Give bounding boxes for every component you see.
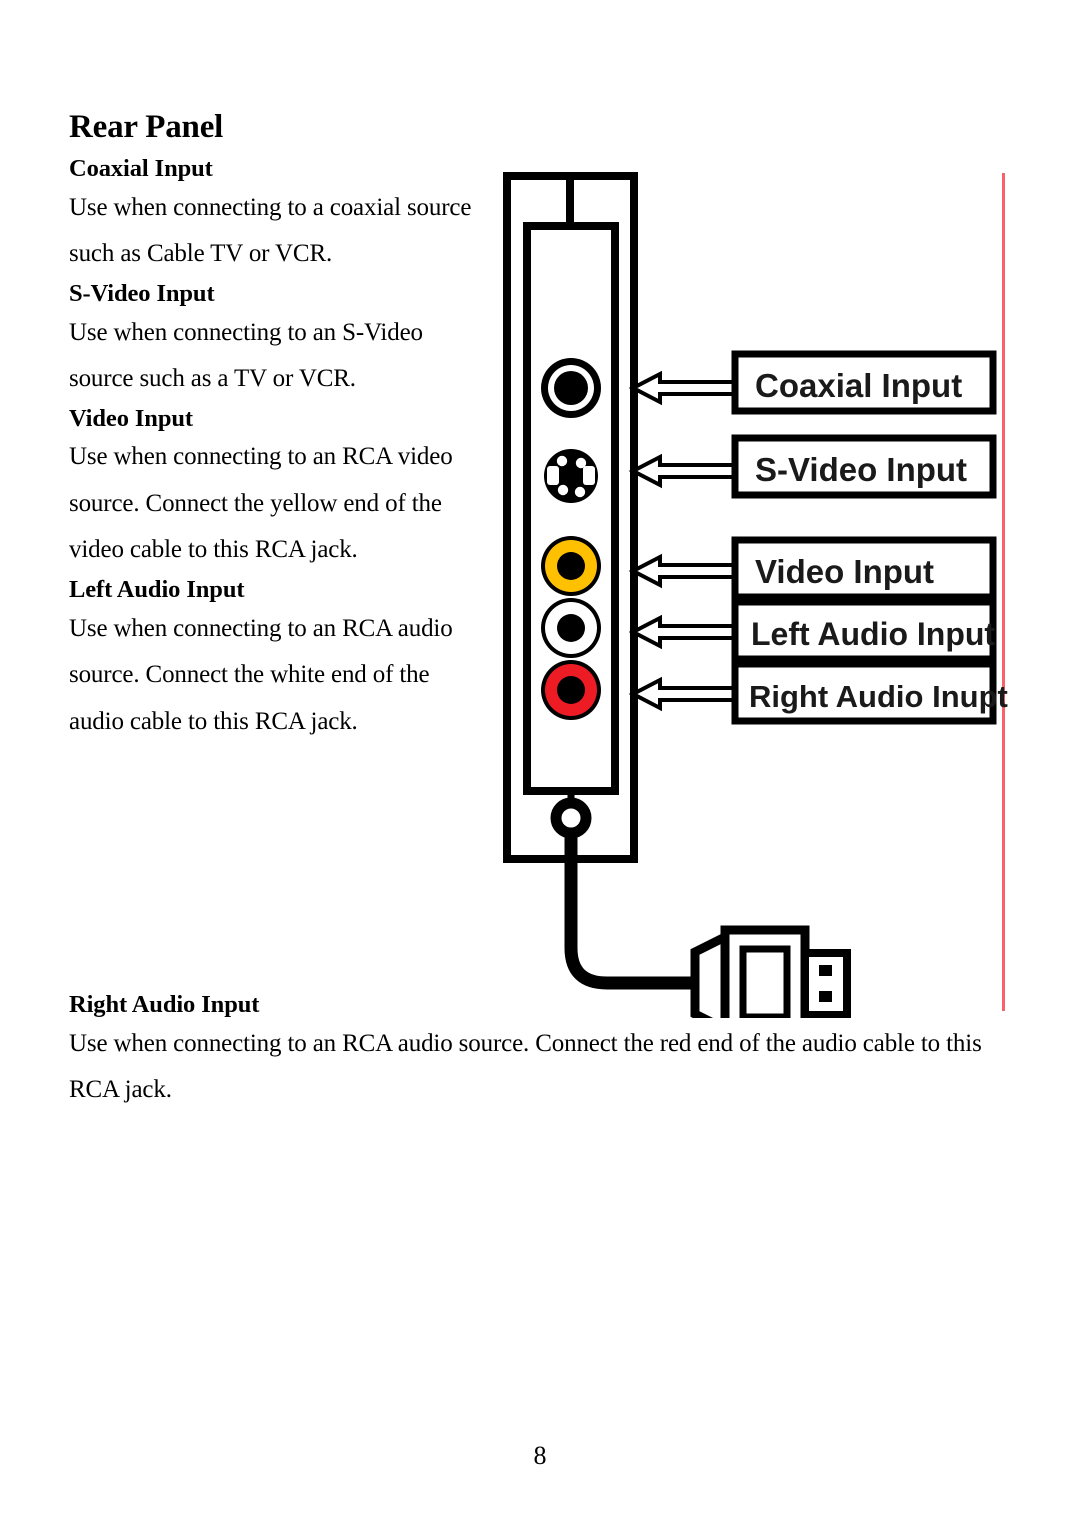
video-rca-jack (541, 536, 601, 596)
callout-arrow-s-video (628, 453, 740, 489)
document-page: Rear Panel Coaxial Input Use when connec… (0, 0, 1080, 1529)
section-heading-coaxial: Coaxial Input (69, 154, 213, 182)
section-heading-video: Video Input (69, 404, 193, 432)
callout-label-coaxial: Coaxial Input (755, 367, 962, 404)
section-body-s-video: Use when connecting to an S-Video source… (69, 318, 423, 393)
callout-box-right-audio: Right Audio Inupt (731, 660, 1008, 725)
callout-label-left-audio: Left Audio Input (751, 616, 995, 652)
section-body-video: Use when connecting to an RCA video sour… (69, 443, 453, 564)
section-heading-left-audio: Left Audio Input (69, 575, 245, 603)
callout-arrow-video (628, 553, 740, 589)
callout-label-right-audio: Right Audio Inupt (749, 679, 1008, 714)
section-body-right-audio: Use when connecting to an RCA audio sour… (69, 1029, 982, 1104)
page-title: Rear Panel (69, 109, 224, 145)
plug-connector-tip (801, 949, 851, 1018)
page-number: 8 (533, 1441, 547, 1470)
callout-arrow-right-audio (628, 676, 740, 712)
callout-arrow-coaxial (628, 370, 740, 406)
right-audio-jack (541, 660, 601, 720)
callout-label-s-video: S-Video Input (755, 451, 967, 488)
plug-contact-upper (819, 965, 832, 976)
section-heading-s-video: S-Video Input (69, 279, 215, 307)
left-audio-jack (541, 598, 601, 658)
plug-body-window (739, 945, 791, 1018)
cable-grommet (550, 797, 592, 839)
text-column: Rear Panel Coaxial Input Use when connec… (69, 108, 489, 745)
plug-contact-lower (819, 991, 832, 1002)
callout-label-video: Video Input (755, 553, 934, 590)
callout-box-coaxial: Coaxial Input (731, 350, 997, 415)
rear-panel-connector-diagram: Coaxial Input S-Video Input Video Input … (497, 168, 1017, 1018)
callout-box-s-video: S-Video Input (731, 434, 997, 499)
callout-box-left-audio: Left Audio Input (731, 598, 997, 663)
coaxial-jack (541, 358, 601, 418)
callout-box-video: Video Input (731, 536, 997, 601)
callout-arrow-left-audio (628, 614, 740, 650)
section-body-left-audio: Use when connecting to an RCA audio sour… (69, 614, 453, 735)
s-video-jack (544, 449, 598, 503)
section-body-coaxial: Use when connecting to a coaxial source … (69, 193, 472, 268)
